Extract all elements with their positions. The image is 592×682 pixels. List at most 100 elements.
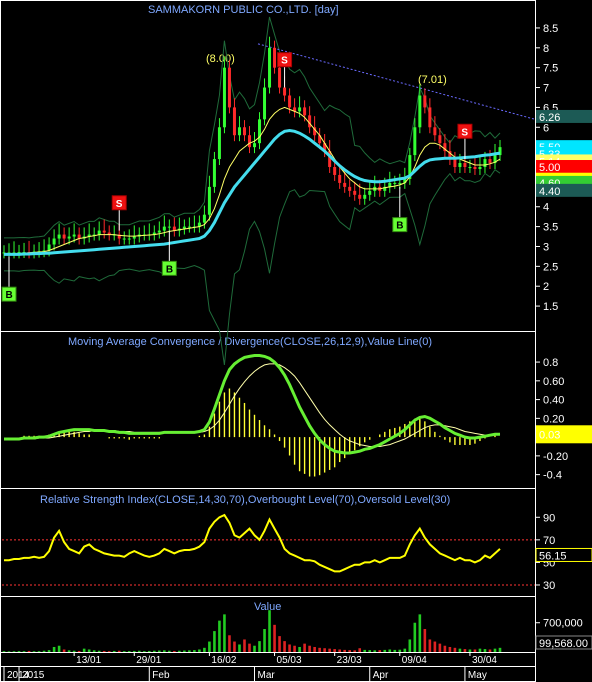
candle-body bbox=[222, 67, 226, 128]
rsi-panel-title: Relative Strength Index(CLOSE,14,30,70),… bbox=[40, 494, 450, 506]
candle-body bbox=[273, 47, 277, 68]
candle-body bbox=[182, 226, 186, 229]
chart-canvas: SAMMAKORN PUBLIC CO.,LTD. [day] Moving A… bbox=[0, 0, 592, 682]
volume-bar bbox=[328, 648, 331, 652]
volume-bar bbox=[47, 650, 51, 652]
candle-body bbox=[353, 190, 357, 195]
macd-panel-title: Moving Average Convergence / Divergence(… bbox=[68, 336, 432, 348]
rsi-line bbox=[4, 513, 501, 573]
macd-tick-label: 0.60 bbox=[543, 376, 564, 388]
volume-bar bbox=[308, 645, 311, 652]
volume-bar bbox=[243, 639, 246, 652]
macd-signal-line bbox=[4, 363, 501, 447]
volume-bar bbox=[67, 650, 71, 652]
candle-body bbox=[237, 127, 241, 136]
volume-bar bbox=[183, 650, 186, 652]
volume-bar bbox=[223, 614, 226, 652]
month-label: Mar bbox=[258, 670, 276, 681]
candle-body bbox=[428, 107, 432, 128]
candle-body bbox=[242, 127, 246, 136]
peak-annotation-2: (7.01) bbox=[418, 74, 447, 86]
signal-label: S bbox=[116, 199, 123, 210]
volume-bar bbox=[293, 645, 296, 652]
candle-body bbox=[97, 230, 101, 235]
volume-bar bbox=[37, 651, 41, 652]
candle-body bbox=[413, 127, 417, 156]
candle-body bbox=[463, 163, 467, 168]
volume-bar bbox=[228, 635, 231, 652]
price-tick-label: 2 bbox=[543, 281, 549, 293]
volume-tick-label: 700,000 bbox=[543, 618, 583, 630]
candle-body bbox=[458, 163, 462, 168]
month-label: Feb bbox=[152, 670, 170, 681]
candle-body bbox=[343, 182, 347, 187]
volume-bar bbox=[153, 650, 156, 652]
candle-body bbox=[483, 159, 487, 168]
candle-body bbox=[433, 127, 437, 136]
volume-bar bbox=[173, 650, 176, 652]
candle-body bbox=[478, 167, 482, 169]
volume-bar bbox=[117, 650, 121, 652]
candle-body bbox=[488, 159, 492, 164]
volume-bar bbox=[178, 650, 181, 652]
candle-body bbox=[278, 67, 282, 88]
volume-bar bbox=[17, 651, 21, 652]
volume-bar bbox=[132, 650, 136, 652]
fast-ma-line bbox=[3, 106, 501, 255]
volume-bar bbox=[127, 651, 131, 652]
candle-body bbox=[283, 87, 287, 96]
volume-bar bbox=[468, 649, 472, 652]
price-tick-label: 3.5 bbox=[543, 222, 558, 234]
volume-bar bbox=[158, 650, 161, 652]
date-tick-label: 09/04 bbox=[402, 655, 427, 666]
volume-bar bbox=[57, 645, 61, 652]
candle-body bbox=[418, 95, 422, 128]
volume-bar bbox=[393, 649, 397, 652]
candle-body bbox=[473, 167, 477, 169]
volume-bar bbox=[338, 649, 341, 652]
volume-bar bbox=[343, 649, 346, 652]
candle-body bbox=[52, 238, 56, 245]
candle-body bbox=[423, 95, 427, 108]
candle-body bbox=[468, 167, 472, 169]
price-tick-label: 6 bbox=[543, 122, 549, 134]
candle-body bbox=[398, 182, 402, 184]
volume-bar bbox=[283, 641, 286, 652]
signal-label: S bbox=[461, 127, 468, 138]
volume-bar bbox=[253, 645, 256, 652]
candle-body bbox=[212, 159, 216, 187]
volume-bar bbox=[112, 650, 116, 652]
price-tick-label: 1.5 bbox=[543, 301, 558, 313]
candle-body bbox=[258, 119, 262, 144]
volume-bar bbox=[122, 651, 126, 652]
candle-body bbox=[232, 107, 236, 136]
volume-bar bbox=[428, 639, 432, 652]
candle-body bbox=[72, 234, 76, 237]
macd-tick-label: -0.20 bbox=[543, 451, 568, 463]
candle-body bbox=[298, 107, 302, 112]
macd-line bbox=[4, 354, 500, 455]
price-tag-label: 5.00 bbox=[539, 162, 560, 174]
volume-bar bbox=[383, 649, 387, 652]
volume-bar bbox=[498, 647, 502, 652]
candle-body bbox=[162, 226, 166, 231]
volume-bar bbox=[198, 649, 201, 652]
volume-bar bbox=[373, 650, 377, 652]
candle-body bbox=[207, 186, 211, 215]
volume-bar bbox=[107, 651, 111, 652]
date-tick-label: 05/03 bbox=[277, 655, 302, 666]
macd-value-label: 0.03 bbox=[539, 429, 560, 441]
date-tick-label: 13/01 bbox=[76, 655, 101, 666]
candle-body bbox=[363, 194, 367, 199]
rsi-tick-label: 30 bbox=[543, 580, 555, 592]
date-tick-label: 30/04 bbox=[472, 655, 497, 666]
volume-bar bbox=[418, 614, 422, 652]
volume-bar bbox=[87, 649, 91, 652]
signal-label: B bbox=[396, 221, 403, 232]
volume-bar bbox=[318, 647, 321, 652]
month-label: May bbox=[468, 670, 487, 681]
volume-bar bbox=[408, 639, 412, 652]
price-tick-label: 3 bbox=[543, 241, 549, 253]
candle-body bbox=[62, 234, 66, 239]
volume-bar bbox=[298, 646, 301, 652]
